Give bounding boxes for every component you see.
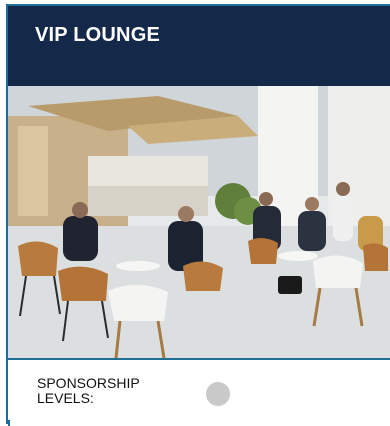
circle-icon (206, 382, 230, 406)
card-header: VIP LOUNGE (8, 6, 390, 86)
lounge-photo (8, 86, 390, 358)
card-edge (8, 420, 10, 426)
card-title: VIP LOUNGE (35, 24, 160, 46)
lounge-photo-illustration (8, 86, 390, 358)
sponsorship-levels-label: SPONSORSHIP LEVELS: (37, 375, 140, 406)
section-divider (8, 358, 390, 360)
vip-lounge-card: VIP LOUNGE SPONSORSHIP LEVELS: (6, 4, 390, 426)
